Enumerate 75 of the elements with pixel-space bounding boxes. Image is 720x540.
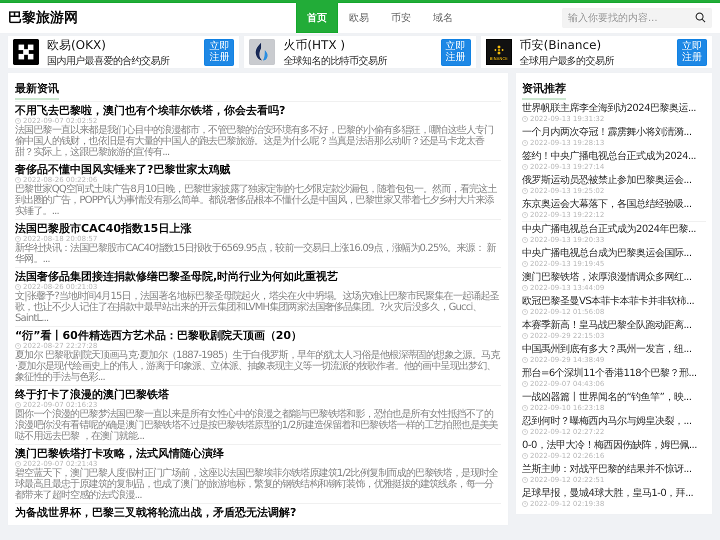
news-title[interactable]: 法国巴黎股市CAC40指数15日上涨 [15,222,501,235]
clock-icon [522,164,528,170]
clock-icon [522,405,528,411]
section-heading: 最新资讯 [15,81,59,100]
recommended-title[interactable]: 中国禹州到底有多大？禹州一发言，纽... [522,344,706,356]
clock-icon [15,118,21,124]
exchange-name: 欧易(OKX) [47,36,107,54]
flame-logo-icon [249,39,276,65]
recommended-title[interactable]: 中央广播电视总台成为巴黎奥运会国际... [522,248,706,260]
clock-icon [522,309,528,315]
recommended-title[interactable]: 俄罗斯运动员恐被禁止参加巴黎奥运会... [522,175,706,187]
recommended-title[interactable]: 世界帆联主席李全海到访2024巴黎奥运... [522,103,706,115]
news-title[interactable]: 终于打卡了浪漫的澳门巴黎铁塔 [15,388,501,401]
section-heading: 资讯推荐 [522,81,566,100]
news-summary: 文|张馨予?当地时间4月15日，法国著名地标巴黎圣母院起火，塔尖在火中坍塌。这场灾难让巴黎市民聚集在一起诵起圣歌，也让不少人记住了在捐款中最早站出来的开云集团和LVMH集团两家法国奢侈品集团。?火灾后没多久，Gucci、SaintL... [15,291,500,324]
exchange-tagline: 国内用户最喜爱的合约交易所 [47,54,171,68]
clock-icon [15,461,21,467]
clock-icon [15,177,21,183]
nav-tab[interactable]: 币安 [380,3,422,33]
news-title[interactable]: “衍”看丨60件精选西方艺术品：巴黎歌剧院天顶画（20） [15,329,501,342]
news-title[interactable]: 为备战世界杯，巴黎三叉戟将轮流出战，矛盾恐无法调解? [15,506,501,519]
clock-icon [522,501,528,507]
recommended-title[interactable]: 忍到何时？曝梅西内马尔与姆皇决裂，... [522,416,706,428]
news-summary: 新华社快讯：法国巴黎股市CAC40指数15日报收于6569.95点，较前一交易日上涨16.09点，涨幅为0.25%。来源： 新华网。... [15,243,497,265]
register-button[interactable]: 立即注册 [440,38,471,66]
recommended-title[interactable]: 足球早报，曼城4球大胜，皇马1-0，拜... [522,488,706,500]
recommended-title[interactable]: 一战凶器篇丨世界闻名的“钓鱼竿”，映... [522,392,706,404]
checker-logo-icon [13,39,39,65]
clock-icon [15,284,21,290]
register-button[interactable]: 立即注册 [204,38,234,66]
clock-icon [522,140,528,146]
recommended-title[interactable]: 一个月内两次夺冠！霹雳舞小将刘清漪... [522,127,706,139]
clock-icon [522,357,528,363]
clock-icon [522,212,528,218]
clock-icon [522,429,528,435]
exchange-tagline: 全球知名的比特币交易所 [283,54,388,68]
exchange-tagline: 全球用户最多的交易所 [520,54,616,68]
news-summary: 圆你一个浪漫的巴黎梦法国巴黎一直以来是所有女性心中的浪漫之都能与巴黎铁塔和影，恐怕也是所有女性抵挡不了的浪漫吧你没有看错呢的确是澳门巴黎铁塔不过是按巴黎铁塔原型的1/2所建造保留着和巴黎铁塔一样的工艺拍照也是美美哒不用远去巴黎 ，在澳门就能... [15,409,499,442]
news-summary: 法国巴黎一直以来都是我们心目中的浪漫都市，不管巴黎的治安环境有多不好，巴黎的小偷有多猖狂，哪怕这些人专门偷中国人的钱财，也依旧是有大量的中国人的跑去巴黎旅游。这是为什么呢？当真是法语那么动听？还是马卡龙太香甜？实际上，这跟巴黎旅游的宣传有... [15,125,494,158]
recommended-title[interactable]: 澳门巴黎铁塔，浓厚浪漫情调众多网红... [522,272,706,284]
news-title[interactable]: 不用飞去巴黎啦，澳门也有个埃菲尔铁塔，你会去看吗? [15,104,501,117]
nav-tab[interactable]: 域名 [422,3,464,33]
clock-icon [522,261,528,267]
clock-icon [522,188,528,194]
news-title[interactable]: 法国奢侈品集团接连捐款修缮巴黎圣母院,时尚行业为何如此重视艺 [15,270,501,283]
exchange-name: 币安(Binance) [520,36,602,54]
recommended-title[interactable]: 邢台=6个深圳11个香港118个巴黎？邢... [522,368,706,380]
clock-icon [522,477,528,483]
clock-icon [522,116,528,122]
clock-icon [522,453,528,459]
register-button[interactable]: 立即注册 [676,38,707,66]
site-title: 巴黎旅游网 [8,9,79,27]
clock-icon [15,343,21,349]
clock-icon [522,381,528,387]
clock-icon [15,402,21,408]
clock-icon [522,237,528,243]
news-summary: 夏加尔 巴黎歌剧院天顶画马克·夏加尔（1887-1985）生于白俄罗斯，早年的犹太人习俗是他根深蒂固的想象之源。马克·夏加尔是现代绘画史上的伟人，游离于印象派、立体派、抽象表现主义等一切流派的牧歌作者。他的画中呈现出梦幻、象征性的手法与色彩... [15,350,501,383]
recommended-title[interactable]: 0-0，法甲大冷！梅西因伤缺阵，姆巴佩... [522,440,706,452]
search-icon[interactable] [695,12,706,23]
recommended-title[interactable]: 欧冠巴黎圣曼VS本菲卡本菲卡并非软柿... [522,296,706,308]
nav-tab[interactable]: 欧易 [338,3,380,33]
recommended-title[interactable]: 签约！中央广播电视总台正式成为2024... [522,151,706,163]
clock-icon [522,285,528,291]
news-title[interactable]: 奢侈品不懂中国风实锤来了?巴黎世家太鸡贼 [15,163,501,176]
recommended-title[interactable]: 本赛季新高！皇马战巴黎全队跑动距离... [522,320,706,332]
recommended-title[interactable]: 中央广播电视总台正式成为2024年巴黎... [522,224,706,236]
recommended-title[interactable]: 东京奥运会大幕落下，各国总结经验吸... [522,199,706,211]
exchange-name: 火币(HTX ) [283,36,346,54]
news-title[interactable]: 澳门巴黎铁塔打卡攻略，法式风情随心演绎 [15,447,501,460]
search-field[interactable]: 输入你要找的内容... [562,8,712,28]
clock-icon [522,333,528,339]
clock-icon [15,236,21,242]
recommended-title[interactable]: 兰斯主帅：对战平巴黎的结果并不惊讶... [522,464,706,476]
news-summary: 碧空蓝天下，澳门巴黎人度假村正门广场前，这座以法国巴黎埃菲尔铁塔原建筑1/2比例复制而成的巴黎铁塔，是现时全球最高且最忠于原建筑的复制品，也成了澳门的旅游地标，繁复的钢铁结构和铆钉装饰，优雅挺拔的建筑线条，每一分都带来了超时空感的法式浪漫... [15,468,499,501]
news-summary: 巴黎世家QQ空间式土味广告8月10日晚，巴黎世家披露了独家定制的七夕限定款沙漏包，随着包包一。然而，看完这土到出圈的广告，POPPY认为事情没有那么简单。都说奢侈品根本不懂什么是中国风，巴黎世家又带着七夕乡村大片来添实锤了。... [15,184,498,217]
